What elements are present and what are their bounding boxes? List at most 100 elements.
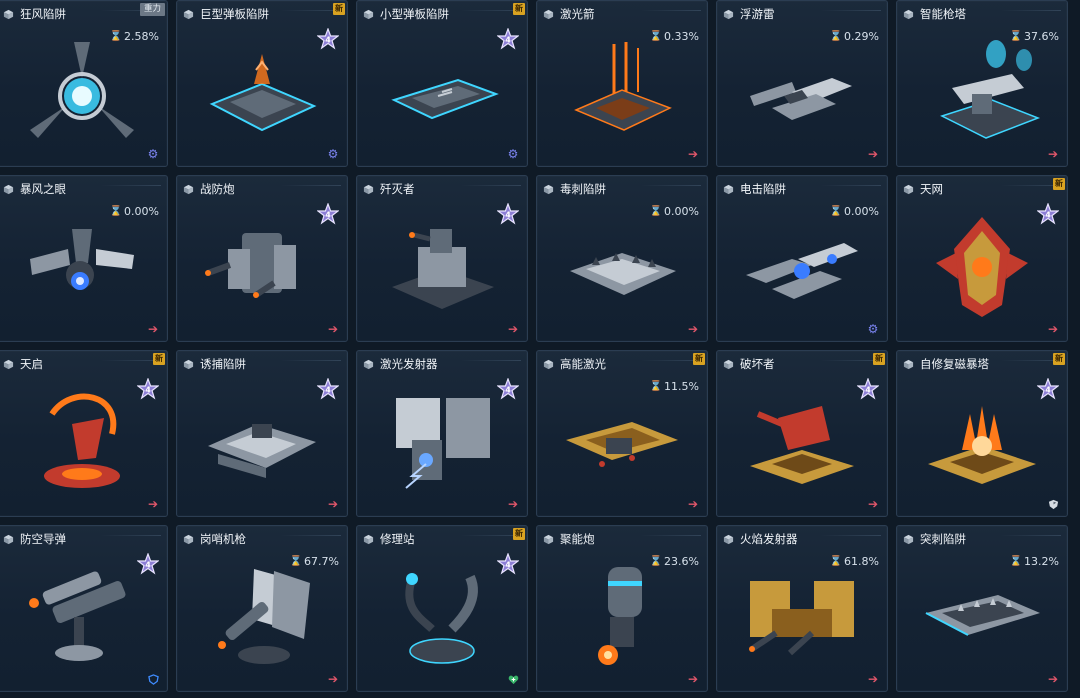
item-art bbox=[7, 31, 157, 146]
card-title: 激光箭 bbox=[560, 7, 595, 21]
go-arrow-icon[interactable]: ➔ bbox=[687, 148, 699, 160]
header-divider bbox=[641, 535, 701, 536]
settings-icon[interactable]: ⚙ bbox=[327, 148, 339, 160]
cube-icon bbox=[903, 359, 914, 370]
item-illustration bbox=[928, 405, 1036, 484]
new-badge: 新 bbox=[513, 528, 525, 540]
trap-card[interactable]: 岗哨机枪 ⌛ 67.7% ➔ bbox=[176, 525, 348, 692]
header-divider bbox=[1001, 10, 1061, 11]
header-divider bbox=[641, 185, 701, 186]
header-divider bbox=[281, 10, 341, 11]
go-arrow-icon[interactable]: ➔ bbox=[867, 498, 879, 510]
card-header: 天网 bbox=[897, 176, 1067, 202]
card-header: 火焰发射器 bbox=[717, 526, 887, 552]
trap-card[interactable]: 修理站 新 4 bbox=[356, 525, 528, 692]
item-illustration bbox=[218, 568, 310, 664]
trap-card[interactable]: 巨型弹板陷阱 新 4 ⚙ bbox=[176, 0, 348, 167]
trap-card[interactable]: 小型弹板陷阱 新 4 ⚙ bbox=[356, 0, 528, 167]
go-arrow-icon[interactable]: ➔ bbox=[1047, 148, 1059, 160]
card-header: 歼灭者 bbox=[357, 176, 527, 202]
go-arrow-icon[interactable]: ➔ bbox=[327, 498, 339, 510]
repair-heart-icon[interactable] bbox=[507, 673, 519, 685]
item-illustration bbox=[209, 53, 317, 131]
header-divider bbox=[281, 535, 341, 536]
trap-card[interactable]: 突刺陷阱 ⌛ 13.2% ➔ bbox=[896, 525, 1068, 692]
trap-card[interactable]: 高能激光 新 ⌛ 11.5% ➔ bbox=[536, 350, 708, 517]
trap-card[interactable]: 智能枪塔 ⌛ 37.6% ➔ bbox=[896, 0, 1068, 167]
item-illustration bbox=[396, 397, 490, 489]
trap-card[interactable]: 歼灭者 4 ➔ bbox=[356, 175, 528, 342]
go-arrow-icon[interactable]: ➔ bbox=[687, 323, 699, 335]
shield-outline-icon[interactable] bbox=[147, 673, 159, 685]
trap-card[interactable]: 诱捕陷阱 4 ➔ bbox=[176, 350, 348, 517]
card-header: 自修复磁暴塔 bbox=[897, 351, 1067, 377]
card-header: 小型弹板陷阱 bbox=[357, 1, 527, 27]
card-title: 火焰发射器 bbox=[740, 532, 798, 546]
header-divider bbox=[101, 185, 161, 186]
item-art bbox=[7, 206, 157, 321]
card-header: 激光箭 bbox=[537, 1, 707, 27]
go-arrow-icon[interactable]: ➔ bbox=[1047, 323, 1059, 335]
trap-card[interactable]: 激光发射器 4 ➔ bbox=[356, 350, 528, 517]
cube-icon bbox=[543, 359, 554, 370]
trap-card[interactable]: 电击陷阱 ⌛ 0.00% ⚙ bbox=[716, 175, 888, 342]
cube-icon bbox=[3, 9, 14, 20]
trap-card[interactable]: 浮游雷 ⌛ 0.29% ➔ bbox=[716, 0, 888, 167]
card-header: 高能激光 bbox=[537, 351, 707, 377]
trap-card[interactable]: 狂风陷阱 重力 ⌛ 2.58% ⚙ bbox=[0, 0, 168, 167]
trap-card[interactable]: 天启 新 4 ➔ bbox=[0, 350, 168, 517]
header-divider bbox=[461, 185, 521, 186]
trap-card[interactable]: 暴风之眼 ⌛ 0.00% ➔ bbox=[0, 175, 168, 342]
go-arrow-icon[interactable]: ➔ bbox=[1047, 673, 1059, 685]
card-title: 小型弹板陷阱 bbox=[380, 7, 449, 21]
new-badge: 新 bbox=[1053, 178, 1065, 190]
go-arrow-icon[interactable]: ➔ bbox=[147, 498, 159, 510]
cube-icon bbox=[903, 184, 914, 195]
item-art bbox=[907, 31, 1057, 146]
cube-icon bbox=[723, 9, 734, 20]
header-divider bbox=[821, 360, 881, 361]
go-arrow-icon[interactable]: ➔ bbox=[507, 498, 519, 510]
item-art bbox=[187, 556, 337, 671]
trap-card[interactable]: 毒刺陷阱 ⌛ 0.00% ➔ bbox=[536, 175, 708, 342]
cube-icon bbox=[903, 9, 914, 20]
item-art bbox=[547, 556, 697, 671]
cube-icon bbox=[363, 359, 374, 370]
header-divider bbox=[281, 185, 341, 186]
item-art bbox=[367, 31, 517, 146]
cube-icon bbox=[903, 534, 914, 545]
card-header: 天启 bbox=[0, 351, 167, 377]
item-illustration bbox=[746, 242, 858, 299]
trap-card[interactable]: 激光箭 ⌛ 0.33% ➔ bbox=[536, 0, 708, 167]
trap-card[interactable]: 自修复磁暴塔 新 4 bbox=[896, 350, 1068, 517]
settings-icon[interactable]: ⚙ bbox=[867, 323, 879, 335]
cube-icon bbox=[543, 184, 554, 195]
trap-card[interactable]: 天网 新 4 ➔ bbox=[896, 175, 1068, 342]
card-title: 歼灭者 bbox=[380, 182, 415, 196]
shield-icon[interactable] bbox=[1047, 498, 1059, 510]
header-divider bbox=[461, 535, 521, 536]
trap-card[interactable]: 防空导弹 4 bbox=[0, 525, 168, 692]
card-header: 战防炮 bbox=[177, 176, 347, 202]
card-title: 诱捕陷阱 bbox=[200, 357, 246, 371]
item-art bbox=[907, 206, 1057, 321]
go-arrow-icon[interactable]: ➔ bbox=[327, 673, 339, 685]
settings-icon[interactable]: ⚙ bbox=[507, 148, 519, 160]
go-arrow-icon[interactable]: ➔ bbox=[867, 673, 879, 685]
go-arrow-icon[interactable]: ➔ bbox=[147, 323, 159, 335]
go-arrow-icon[interactable]: ➔ bbox=[327, 323, 339, 335]
card-title: 天启 bbox=[20, 357, 43, 371]
go-arrow-icon[interactable]: ➔ bbox=[867, 148, 879, 160]
trap-card[interactable]: 聚能炮 ⌛ 23.6% ➔ bbox=[536, 525, 708, 692]
trap-card[interactable]: 战防炮 4 ➔ bbox=[176, 175, 348, 342]
header-divider bbox=[1001, 360, 1061, 361]
go-arrow-icon[interactable]: ➔ bbox=[507, 323, 519, 335]
trap-card[interactable]: 火焰发射器 ⌛ 61.8% ➔ bbox=[716, 525, 888, 692]
trap-card[interactable]: 破坏者 新 4 ➔ bbox=[716, 350, 888, 517]
go-arrow-icon[interactable]: ➔ bbox=[687, 498, 699, 510]
card-title: 激光发射器 bbox=[380, 357, 438, 371]
settings-icon[interactable]: ⚙ bbox=[147, 148, 159, 160]
item-illustration bbox=[205, 232, 296, 298]
item-art bbox=[187, 31, 337, 146]
go-arrow-icon[interactable]: ➔ bbox=[687, 673, 699, 685]
